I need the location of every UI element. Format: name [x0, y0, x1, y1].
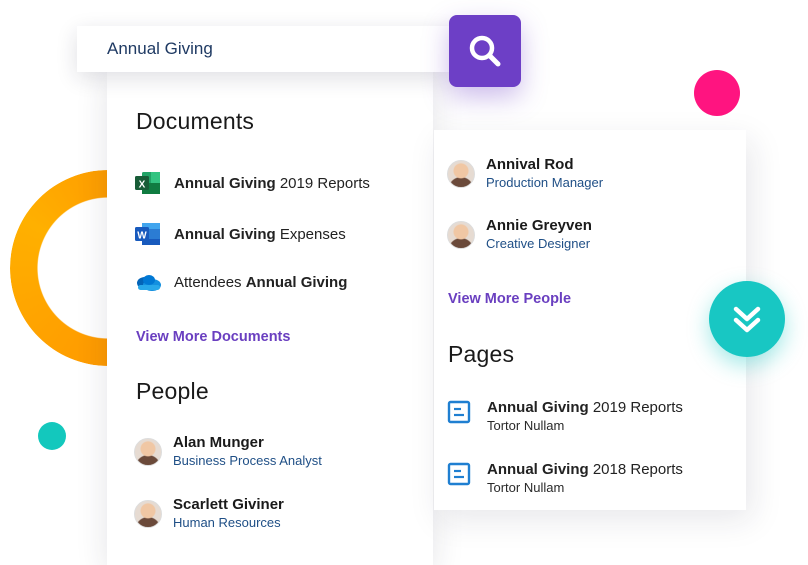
view-more-people-link[interactable]: View More People — [448, 291, 571, 307]
documents-heading: Documents — [136, 108, 255, 134]
results-panel-left — [107, 68, 433, 565]
page-title: Annual Giving 2019 Reports — [487, 399, 683, 416]
document-title: Attendees Annual Giving — [174, 273, 348, 291]
page-item[interactable]: Annual Giving 2018 Reports Tortor Nullam — [447, 460, 683, 497]
person-role: Creative Designer — [486, 236, 591, 251]
person-item[interactable]: Alan Munger Business Process Analyst — [134, 434, 322, 470]
person-role: Business Process Analyst — [173, 453, 322, 468]
person-role: Human Resources — [173, 515, 281, 530]
svg-text:X: X — [139, 180, 146, 191]
scroll-down-button[interactable] — [709, 281, 785, 357]
people-heading: People — [136, 378, 209, 404]
person-name: Scarlett Giviner — [173, 496, 284, 513]
person-item[interactable]: Annie Greyven Creative Designer — [447, 217, 592, 253]
page-icon — [447, 462, 471, 486]
avatar — [134, 500, 162, 528]
document-title: Annual Giving 2019 Reports — [174, 174, 370, 192]
avatar — [447, 160, 475, 188]
search-button[interactable] — [449, 15, 521, 87]
svg-text:W: W — [137, 231, 147, 242]
onedrive-icon — [137, 275, 161, 291]
person-name: Alan Munger — [173, 434, 264, 451]
document-title: Annual Giving Expenses — [174, 225, 346, 243]
person-item[interactable]: Scarlett Giviner Human Resources — [134, 496, 284, 532]
person-role: Production Manager — [486, 175, 604, 190]
person-item[interactable]: Annival Rod Production Manager — [447, 156, 603, 192]
decorative-pink-dot — [694, 70, 740, 116]
search-icon — [469, 35, 501, 67]
page-title: Annual Giving 2018 Reports — [487, 461, 683, 478]
decorative-teal-dot — [38, 422, 66, 450]
person-name: Annival Rod — [486, 156, 574, 173]
word-icon: W — [135, 223, 160, 245]
page-icon — [447, 400, 471, 424]
search-query-text: Annual Giving — [107, 39, 213, 58]
avatar — [447, 221, 475, 249]
avatar — [134, 438, 162, 466]
view-more-documents-link[interactable]: View More Documents — [136, 329, 290, 345]
person-name: Annie Greyven — [486, 217, 592, 234]
double-chevron-down-icon — [733, 306, 761, 333]
document-item[interactable]: Attendees Annual Giving — [134, 268, 347, 296]
page-item[interactable]: Annual Giving 2019 Reports Tortor Nullam — [447, 398, 683, 435]
search-input[interactable]: Annual Giving — [77, 26, 449, 72]
document-item[interactable]: W Annual Giving Expenses — [134, 220, 346, 248]
document-item[interactable]: X Annual Giving 2019 Reports — [134, 169, 370, 197]
excel-icon: X — [135, 172, 160, 194]
page-subtitle: Tortor Nullam — [487, 480, 565, 495]
pages-heading: Pages — [448, 341, 515, 367]
page-subtitle: Tortor Nullam — [487, 418, 565, 433]
